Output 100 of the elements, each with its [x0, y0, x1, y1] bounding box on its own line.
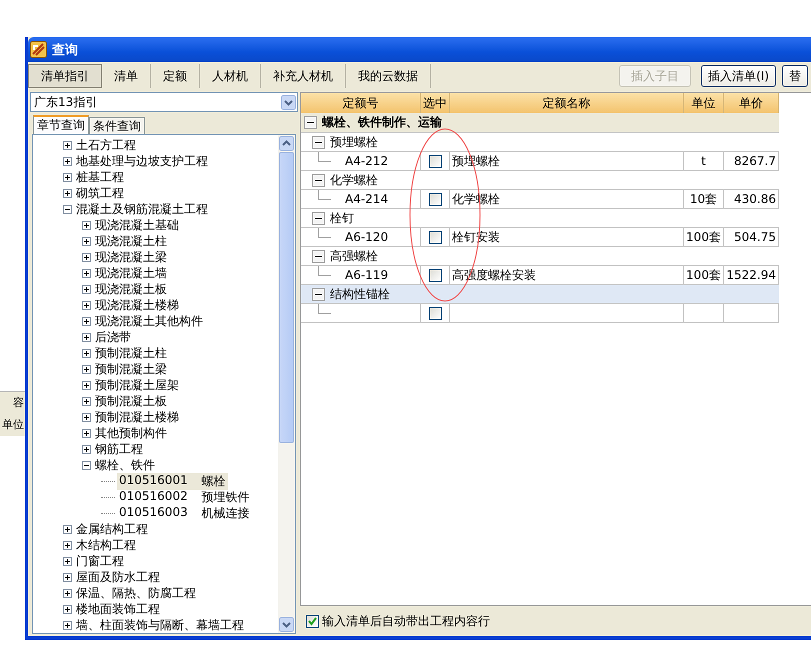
expand-icon[interactable]: [82, 348, 91, 358]
tree-item[interactable]: 010516002 预埋铁件: [117, 488, 252, 506]
expand-icon[interactable]: [82, 316, 91, 326]
table-cell: t: [701, 154, 706, 168]
expand-icon[interactable]: [82, 396, 91, 406]
tree-item[interactable]: 混凝土及钢筋混凝土工程: [76, 200, 208, 218]
library-dropdown[interactable]: 广东13指引: [30, 92, 298, 112]
tree-item[interactable]: 后浇带: [95, 328, 131, 346]
subgroup-row[interactable]: 栓钉: [301, 209, 779, 228]
tab[interactable]: 条件查询: [89, 117, 145, 134]
tree-item[interactable]: 现浇混凝土墙: [95, 264, 167, 282]
tree-item[interactable]: 楼地面装饰工程: [76, 600, 160, 618]
tree-item[interactable]: 木结构工程: [76, 536, 136, 554]
tree-item[interactable]: 螺栓、铁件: [95, 456, 155, 474]
tree-item[interactable]: 预制混凝土板: [95, 392, 167, 410]
expand-icon[interactable]: [82, 364, 91, 374]
scroll-thumb[interactable]: [279, 152, 294, 443]
expand-icon[interactable]: [82, 300, 91, 310]
subgroup-title: 栓钉: [330, 210, 354, 226]
tree-item[interactable]: 屋面及防水工程: [76, 568, 160, 586]
expand-icon[interactable]: [82, 220, 91, 230]
tab[interactable]: 补充人材机: [261, 64, 346, 88]
tree-item[interactable]: 预制混凝土梁: [95, 360, 167, 378]
collapse-icon[interactable]: [63, 204, 72, 214]
table-cell: 1522.94: [726, 268, 776, 282]
tree-item[interactable]: 土石方工程: [76, 136, 136, 154]
expand-icon[interactable]: [82, 284, 91, 294]
window-title: 查询: [52, 42, 78, 58]
expand-icon[interactable]: [82, 332, 91, 342]
expand-icon[interactable]: [63, 188, 72, 198]
checkbox[interactable]: [428, 306, 442, 320]
tree-item[interactable]: 010516003 机械连接: [117, 504, 252, 522]
expand-icon[interactable]: [82, 428, 91, 438]
tree-item[interactable]: 墙、柱面装饰与隔断、幕墙工程: [76, 616, 244, 633]
checkbox[interactable]: [428, 230, 442, 244]
collapse-icon[interactable]: [312, 174, 325, 186]
tree-item[interactable]: 现浇混凝土梁: [95, 248, 167, 266]
tree-item[interactable]: 门窗工程: [76, 552, 124, 570]
expand-icon[interactable]: [63, 604, 72, 614]
tree-item[interactable]: 预制混凝土屋架: [95, 376, 179, 394]
tab[interactable]: 清单: [102, 64, 151, 88]
expand-icon[interactable]: [63, 524, 72, 534]
scroll-down-icon[interactable]: [279, 617, 294, 632]
tree-item[interactable]: 地基处理与边坡支护工程: [76, 152, 208, 170]
checkbox[interactable]: [306, 614, 319, 628]
tree-item[interactable]: 现浇混凝土板: [95, 280, 167, 298]
checkbox[interactable]: [428, 154, 442, 168]
scroll-up-icon[interactable]: [279, 136, 294, 151]
tree-item[interactable]: 砌筑工程: [76, 184, 124, 202]
expand-icon[interactable]: [63, 540, 72, 550]
expand-icon[interactable]: [63, 140, 72, 150]
expand-icon[interactable]: [63, 556, 72, 566]
tree-item[interactable]: 现浇混凝土楼梯: [95, 296, 179, 314]
tree-item[interactable]: 其他预制构件: [95, 424, 167, 442]
expand-icon[interactable]: [63, 156, 72, 166]
collapse-icon[interactable]: [304, 116, 317, 129]
tree-item[interactable]: 保温、隔热、防腐工程: [76, 584, 196, 602]
tree-item[interactable]: 现浇混凝土基础: [95, 216, 179, 234]
tab[interactable]: 定额: [151, 64, 200, 88]
auto-fill-option[interactable]: 输入清单后自动带出工程内容行: [300, 606, 811, 636]
tab[interactable]: 清单指引: [28, 64, 102, 88]
collapse-icon[interactable]: [312, 250, 325, 262]
tree-item[interactable]: 预制混凝土楼梯: [95, 408, 179, 426]
tab[interactable]: 人材机: [200, 64, 261, 88]
tree-item[interactable]: 钢筋工程: [95, 440, 143, 458]
tree-item[interactable]: 010516001 螺栓: [117, 472, 228, 490]
toolbar-button[interactable]: 插入清单(I): [701, 65, 776, 87]
checkbox[interactable]: [428, 268, 442, 282]
tab[interactable]: 章节查询: [33, 115, 89, 134]
expand-icon[interactable]: [82, 252, 91, 262]
collapse-icon[interactable]: [82, 460, 91, 470]
collapse-icon[interactable]: [312, 288, 325, 300]
subgroup-row[interactable]: 结构性锚栓: [301, 285, 779, 304]
expand-icon[interactable]: [82, 412, 91, 422]
subgroup-row[interactable]: 高强螺栓: [301, 247, 779, 266]
tree-item[interactable]: 预制混凝土柱: [95, 344, 167, 362]
expand-icon[interactable]: [63, 572, 72, 582]
subgroup-row[interactable]: 化学螺栓: [301, 171, 779, 190]
tab[interactable]: 我的云数据: [346, 64, 431, 88]
expand-icon[interactable]: [82, 268, 91, 278]
table-cell: 430.86: [734, 192, 776, 206]
collapse-icon[interactable]: [312, 136, 325, 148]
subgroup-row[interactable]: 预埋螺栓: [301, 133, 779, 152]
tree-item[interactable]: 桩基工程: [76, 168, 124, 186]
expand-icon[interactable]: [63, 588, 72, 598]
group-title: 螺栓、铁件制作、运输: [322, 114, 442, 131]
subgroup-title: 结构性锚栓: [330, 286, 390, 302]
expand-icon[interactable]: [82, 444, 91, 454]
collapse-icon[interactable]: [312, 212, 325, 224]
tree-item[interactable]: 现浇混凝土其他构件: [95, 312, 203, 330]
expand-icon[interactable]: [82, 380, 91, 390]
expand-icon[interactable]: [63, 172, 72, 182]
checkbox[interactable]: [428, 192, 442, 206]
tree-item[interactable]: 金属结构工程: [76, 520, 148, 538]
expand-icon[interactable]: [63, 620, 72, 630]
scrollbar[interactable]: [278, 135, 295, 633]
tree-item[interactable]: 现浇混凝土柱: [95, 232, 167, 250]
group-row[interactable]: 螺栓、铁件制作、运输: [301, 113, 779, 133]
expand-icon[interactable]: [82, 236, 91, 246]
toolbar-button[interactable]: 替: [782, 65, 808, 87]
